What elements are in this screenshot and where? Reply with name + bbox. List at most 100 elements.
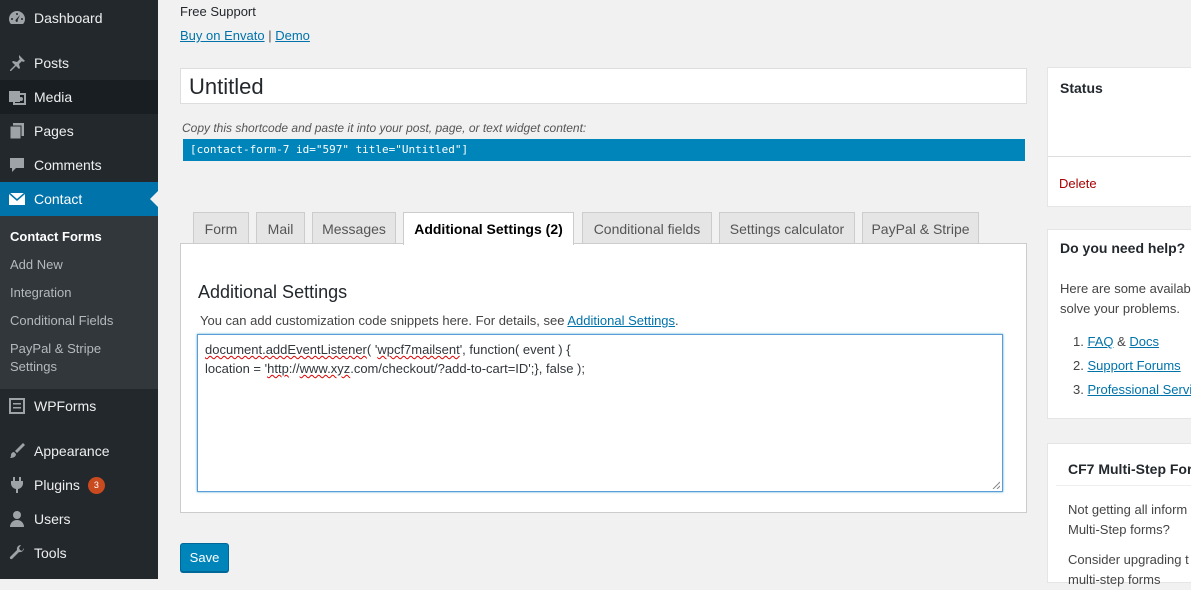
cf7-box-title: CF7 Multi-Step Forr bbox=[1068, 461, 1191, 477]
help-text-line1: Here are some availab bbox=[1060, 281, 1191, 296]
panel-title: Additional Settings bbox=[198, 282, 348, 302]
submenu-contact-forms[interactable]: Contact Forms bbox=[10, 228, 102, 246]
menu-media[interactable]: Media bbox=[0, 80, 158, 114]
professional-services-link[interactable]: Professional Servic bbox=[1087, 382, 1191, 397]
mail-icon bbox=[7, 189, 27, 209]
faq-link[interactable]: FAQ bbox=[1087, 334, 1113, 349]
submenu-label-line1: PayPal & Stripe bbox=[10, 341, 102, 356]
tab-mail[interactable]: Mail bbox=[256, 212, 305, 244]
list-number: 2. bbox=[1073, 358, 1088, 373]
tab-messages[interactable]: Messages bbox=[312, 212, 396, 244]
cf7-multistep-box: CF7 Multi-Step Forr Not getting all info… bbox=[1047, 443, 1191, 587]
cf7-box-text-2: Consider upgrading t multi-step forms bbox=[1068, 550, 1189, 590]
docs-link[interactable]: Docs bbox=[1129, 334, 1159, 349]
list-number: 1. bbox=[1073, 334, 1088, 349]
cf7-box-divider bbox=[1056, 485, 1191, 486]
contact-submenu: Contact Forms Add New Integration Condit… bbox=[0, 216, 158, 389]
code-token: :// bbox=[288, 361, 300, 376]
code-token: ', function( event ) { bbox=[459, 342, 571, 357]
code-token: http bbox=[267, 361, 289, 376]
wpforms-icon bbox=[7, 396, 27, 416]
tab-conditional-fields[interactable]: Conditional fields bbox=[582, 212, 712, 244]
submenu-paypal-stripe[interactable]: PayPal & Stripe Settings bbox=[10, 340, 101, 376]
tab-settings-calculator[interactable]: Settings calculator bbox=[719, 212, 855, 244]
cf7-box-text-1: Not getting all inform Multi-Step forms? bbox=[1068, 500, 1187, 540]
tab-paypal-stripe[interactable]: PayPal & Stripe bbox=[862, 212, 979, 244]
delete-link[interactable]: Delete bbox=[1059, 174, 1097, 194]
help-box-text: Here are some availab solve your problem… bbox=[1060, 279, 1191, 319]
header-links: Buy on Envato | Demo bbox=[180, 28, 310, 43]
code-token: www.xyz bbox=[299, 361, 351, 376]
menu-label: Contact bbox=[34, 191, 83, 207]
help-list-item: 1. FAQ & Docs bbox=[1060, 330, 1191, 354]
shortcode-field[interactable]: [contact-form-7 id="597" title="Untitled… bbox=[183, 139, 1025, 161]
code-token: location = ' bbox=[205, 361, 268, 376]
additional-settings-panel: Additional Settings You can add customiz… bbox=[180, 243, 1027, 513]
cf7-line: multi-step forms bbox=[1068, 572, 1161, 587]
help-links-list: 1. FAQ & Docs 2. Support Forums 3. Profe… bbox=[1060, 330, 1191, 402]
code-token: document.addEventListener bbox=[205, 342, 367, 357]
desc-end: . bbox=[675, 313, 679, 328]
desc-text: You can add customization code snippets … bbox=[200, 313, 568, 328]
list-number: 3. bbox=[1073, 382, 1088, 397]
code-token: wpcf7mailsent bbox=[377, 342, 460, 357]
submenu-conditional-fields[interactable]: Conditional Fields bbox=[10, 312, 113, 330]
menu-label: WPForms bbox=[34, 398, 97, 414]
shortcode-hint: Copy this shortcode and paste it into yo… bbox=[182, 121, 587, 135]
menu-dashboard[interactable]: Dashboard bbox=[0, 1, 158, 35]
menu-label: Posts bbox=[34, 55, 70, 71]
menu-label: Users bbox=[34, 511, 71, 527]
menu-tools[interactable]: Tools bbox=[0, 536, 158, 570]
amp-text: & bbox=[1113, 334, 1130, 349]
code-token: ( ' bbox=[366, 342, 378, 357]
support-forums-link[interactable]: Support Forums bbox=[1087, 358, 1180, 373]
code-line-1: document.addEventListener( 'wpcf7mailsen… bbox=[205, 340, 995, 359]
cf7-line: Not getting all inform bbox=[1068, 502, 1188, 517]
menu-wpforms[interactable]: WPForms bbox=[0, 389, 158, 423]
help-list-item: 2. Support Forums bbox=[1060, 354, 1191, 378]
menu-plugins[interactable]: Plugins 3 bbox=[0, 468, 158, 502]
tab-additional-settings[interactable]: Additional Settings (2) bbox=[403, 212, 574, 245]
status-box-title: Status bbox=[1060, 80, 1103, 96]
resize-handle-icon[interactable] bbox=[992, 481, 1000, 489]
wrench-icon bbox=[7, 543, 27, 563]
menu-label: Pages bbox=[34, 123, 74, 139]
menu-users[interactable]: Users bbox=[0, 502, 158, 536]
status-box: Status bbox=[1047, 67, 1191, 157]
link-separator: | bbox=[268, 28, 272, 43]
menu-label: Tools bbox=[34, 545, 67, 561]
pin-icon bbox=[7, 53, 27, 73]
menu-posts[interactable]: Posts bbox=[0, 46, 158, 80]
free-support-text: Free Support bbox=[180, 4, 256, 19]
code-token: .com/checkout/?add-to-cart=ID';}, false … bbox=[350, 361, 585, 376]
menu-label: Plugins bbox=[34, 477, 80, 493]
media-icon bbox=[7, 87, 27, 107]
help-box-title: Do you need help? bbox=[1060, 240, 1186, 256]
demo-link[interactable]: Demo bbox=[275, 28, 310, 43]
dashboard-icon bbox=[7, 8, 27, 28]
menu-comments[interactable]: Comments bbox=[0, 148, 158, 182]
buy-on-envato-link[interactable]: Buy on Envato bbox=[180, 28, 265, 43]
save-button[interactable]: Save bbox=[180, 543, 229, 572]
help-list-item: 3. Professional Servic bbox=[1060, 378, 1191, 402]
admin-sidebar: Dashboard Posts Media Pages Comments Con… bbox=[0, 0, 158, 579]
pages-icon bbox=[7, 121, 27, 141]
panel-description: You can add customization code snippets … bbox=[200, 313, 679, 328]
plugins-update-badge: 3 bbox=[87, 476, 105, 494]
tab-form[interactable]: Form bbox=[193, 212, 249, 244]
additional-settings-textarea[interactable]: document.addEventListener( 'wpcf7mailsen… bbox=[197, 334, 1003, 492]
menu-label: Dashboard bbox=[34, 10, 103, 26]
submenu-integration[interactable]: Integration bbox=[10, 284, 71, 302]
menu-label: Appearance bbox=[34, 443, 110, 459]
brush-icon bbox=[7, 441, 27, 461]
menu-contact[interactable]: Contact bbox=[0, 182, 158, 216]
menu-appearance[interactable]: Appearance bbox=[0, 434, 158, 468]
additional-settings-link[interactable]: Additional Settings bbox=[567, 313, 675, 328]
status-box-actions: Delete bbox=[1047, 156, 1191, 207]
menu-pages[interactable]: Pages bbox=[0, 114, 158, 148]
form-title-input[interactable]: Untitled bbox=[180, 68, 1027, 104]
menu-label: Comments bbox=[34, 157, 102, 173]
help-box: Do you need help? Here are some availab … bbox=[1047, 229, 1191, 419]
submenu-add-new[interactable]: Add New bbox=[10, 256, 63, 274]
cf7-line: Consider upgrading t bbox=[1068, 552, 1189, 567]
